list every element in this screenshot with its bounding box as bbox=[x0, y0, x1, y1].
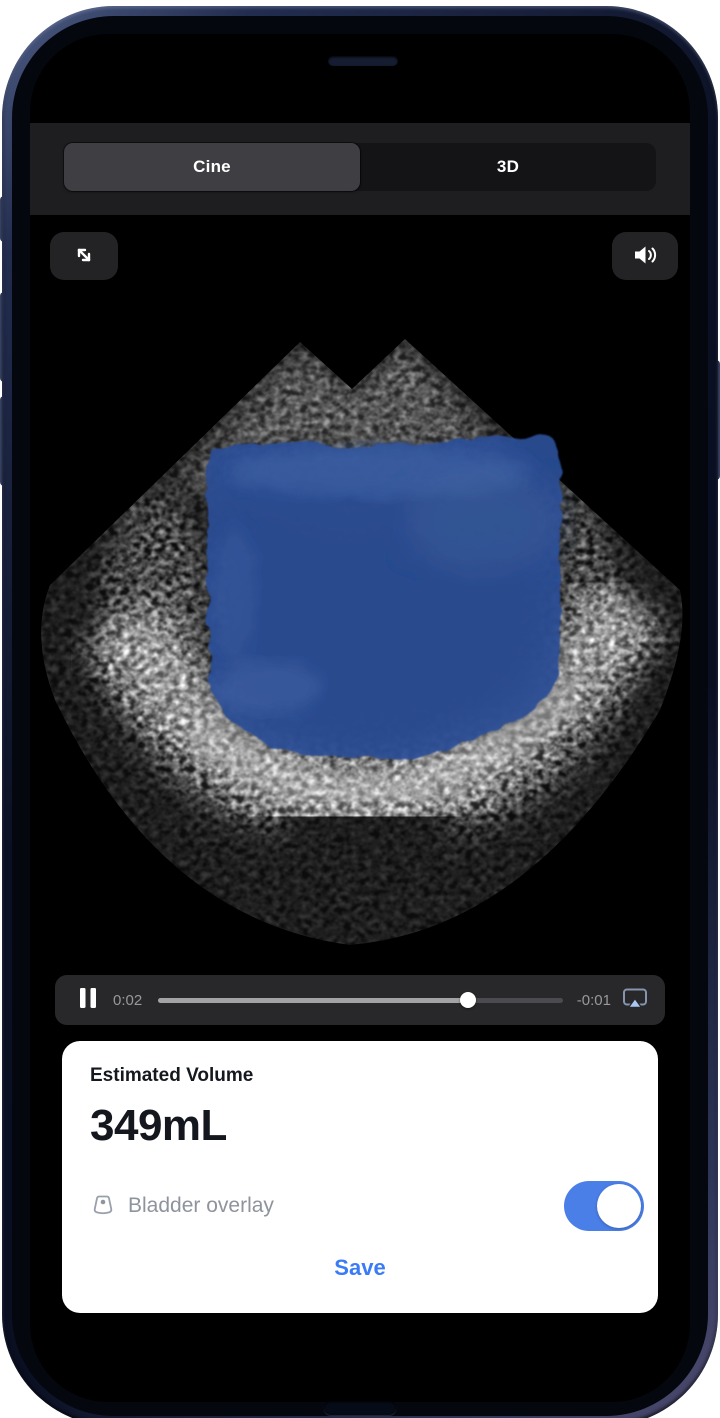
remaining-time: -0:01 bbox=[577, 992, 611, 1009]
fullscreen-button[interactable] bbox=[50, 232, 118, 280]
pause-button[interactable] bbox=[79, 987, 97, 1014]
video-controls: 0:02 -0:01 bbox=[55, 975, 665, 1025]
bladder-probe-icon bbox=[90, 1193, 116, 1219]
bladder-overlay-toggle[interactable] bbox=[564, 1181, 644, 1231]
earpiece-speaker bbox=[328, 56, 398, 66]
elapsed-time: 0:02 bbox=[113, 992, 142, 1009]
card-title: Estimated Volume bbox=[90, 1065, 630, 1087]
seek-bar[interactable] bbox=[158, 998, 563, 1003]
airplay-icon bbox=[621, 986, 649, 1015]
view-mode-segmented-control: Cine 3D bbox=[64, 143, 656, 191]
phone-frame: Cine 3D bbox=[2, 6, 718, 1418]
overlay-label: Bladder overlay bbox=[128, 1194, 564, 1218]
phone-mockup: Cine 3D bbox=[0, 0, 720, 1418]
toggle-knob bbox=[597, 1184, 641, 1228]
charging-port bbox=[324, 1401, 396, 1415]
sound-button[interactable] bbox=[612, 232, 678, 280]
expand-diagonal-icon bbox=[69, 240, 99, 273]
overlay-toggle-row: Bladder overlay bbox=[90, 1181, 630, 1231]
front-camera-icon bbox=[426, 54, 439, 67]
airplay-button[interactable] bbox=[621, 986, 649, 1015]
seek-thumb[interactable] bbox=[460, 992, 476, 1008]
estimated-volume-card: Estimated Volume 349mL Bladder overlay S… bbox=[62, 1041, 658, 1313]
volume-value: 349mL bbox=[90, 1101, 630, 1151]
tab-3d[interactable]: 3D bbox=[360, 143, 656, 191]
tab-cine-label: Cine bbox=[193, 157, 231, 177]
pause-icon bbox=[79, 987, 97, 1014]
ultrasound-image[interactable] bbox=[30, 290, 690, 990]
view-mode-bar: Cine 3D bbox=[30, 123, 690, 215]
tab-cine[interactable]: Cine bbox=[64, 143, 360, 191]
bladder-overlay-region bbox=[206, 436, 561, 759]
seek-bar-fill bbox=[158, 998, 468, 1003]
phone-screen: Cine 3D bbox=[30, 34, 690, 1402]
speaker-waves-icon bbox=[631, 242, 659, 271]
save-button[interactable]: Save bbox=[90, 1255, 630, 1281]
tab-3d-label: 3D bbox=[497, 157, 519, 177]
